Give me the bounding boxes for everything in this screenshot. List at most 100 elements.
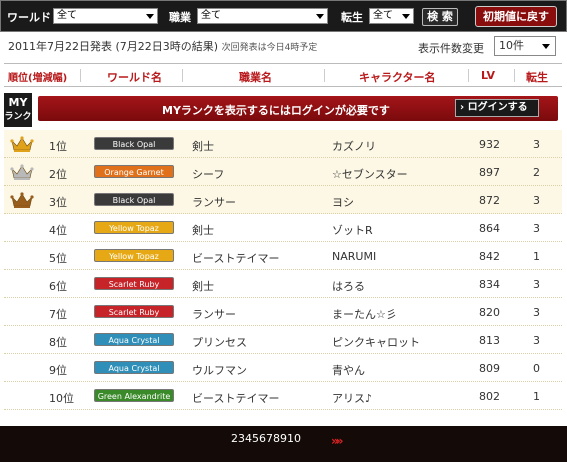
- job-cell: 剣士: [192, 280, 214, 293]
- rank-cell: 10位: [49, 392, 74, 405]
- rebirth-cell: 0: [533, 362, 540, 375]
- rebirth-cell: 3: [533, 278, 540, 291]
- job-cell: ウルフマン: [192, 364, 247, 377]
- job-cell: 剣士: [192, 140, 214, 153]
- pagination-bar: 2345678910 »»: [0, 426, 567, 462]
- page-link[interactable]: 9: [280, 432, 287, 445]
- lv-cell: 834: [479, 278, 500, 291]
- divider: [468, 69, 469, 82]
- divider: [80, 69, 81, 82]
- table-row: 9位 ウルフマン 青やん 809 0 Aqua Crystal: [4, 354, 562, 382]
- rebirth-cell: 3: [533, 306, 540, 319]
- chevron-down-icon: [316, 14, 324, 19]
- rebirth-cell: 1: [533, 390, 540, 403]
- search-button[interactable]: 検 索: [422, 8, 458, 26]
- announcement: 2011年7月22日発表 (7月22日3時の結果) 次回発表は今日4時予定: [8, 38, 317, 54]
- table-header: 順位(増減幅) ワールド名 職業名 キャラクター名 LV 転生: [4, 63, 562, 87]
- filter-bar: ワールド 全て 職業 全て 転生 全て 検 索 初期値に戻す: [0, 0, 567, 32]
- job-cell: シーフ: [192, 168, 225, 181]
- page-link[interactable]: 5: [252, 432, 259, 445]
- col-rebirth: 転生: [526, 71, 548, 84]
- character-cell[interactable]: ☆セブンスター: [332, 166, 408, 182]
- col-rank: 順位(増減幅): [8, 73, 68, 84]
- lv-cell: 864: [479, 222, 500, 235]
- job-cell: ランサー: [192, 308, 236, 321]
- character-cell[interactable]: カズノリ: [332, 138, 376, 154]
- world-badge: Black Opal: [94, 137, 174, 150]
- table-row: 8位 プリンセス ピンクキャロット 813 3 Aqua Crystal: [4, 326, 562, 354]
- table-row: 2位 シーフ ☆セブンスター 897 2 Orange Garnet: [4, 158, 562, 186]
- character-cell[interactable]: ヨシ: [332, 194, 354, 210]
- col-character: キャラクター名: [359, 71, 436, 84]
- page-link[interactable]: 8: [273, 432, 280, 445]
- world-badge: Scarlet Ruby: [94, 277, 174, 290]
- job-cell: プリンセス: [192, 336, 247, 349]
- my-rank-my: MY: [8, 96, 28, 109]
- col-world: ワールド名: [107, 71, 162, 84]
- page-link[interactable]: 6: [259, 432, 266, 445]
- lv-cell: 932: [479, 138, 500, 151]
- job-cell: ビーストテイマー: [192, 392, 280, 405]
- character-cell[interactable]: アリス♪: [332, 390, 372, 406]
- chevron-down-icon: [146, 14, 154, 19]
- character-cell[interactable]: はろる: [332, 278, 365, 294]
- lv-cell: 809: [479, 362, 500, 375]
- world-badge: Black Opal: [94, 193, 174, 206]
- lv-cell: 897: [479, 166, 500, 179]
- page-link[interactable]: 3: [238, 432, 245, 445]
- lv-cell: 872: [479, 194, 500, 207]
- character-cell[interactable]: NARUMI: [332, 250, 376, 263]
- login-button-label: ログインする: [467, 102, 528, 113]
- character-cell[interactable]: 青やん: [332, 362, 365, 378]
- world-badge: Yellow Topaz: [94, 249, 174, 262]
- chevron-right-icon: ›: [460, 102, 465, 113]
- rank-cell: 3位: [49, 196, 67, 209]
- lv-cell: 820: [479, 306, 500, 319]
- rebirth-cell: 3: [533, 222, 540, 235]
- page-link[interactable]: 4: [245, 432, 252, 445]
- page-link[interactable]: 7: [266, 432, 273, 445]
- divider: [514, 69, 515, 82]
- table-row: 7位 ランサー まーたん☆彡 820 3 Scarlet Ruby: [4, 298, 562, 326]
- rebirth-cell: 3: [533, 334, 540, 347]
- rank-cell: 8位: [49, 336, 67, 349]
- my-rank-rank: ランク: [4, 112, 32, 122]
- my-rank-row: MY ランク MYランクを表示するにはログインが必要です › ログインする: [4, 90, 562, 130]
- world-select[interactable]: 全て: [53, 8, 158, 24]
- rank-cell: 1位: [49, 140, 67, 153]
- count-select[interactable]: 10件: [494, 36, 556, 56]
- job-select[interactable]: 全て: [197, 8, 328, 24]
- character-cell[interactable]: まーたん☆彡: [332, 306, 397, 322]
- table-row: 1位 剣士 カズノリ 932 3 Black Opal: [4, 130, 562, 158]
- login-button[interactable]: › ログインする: [455, 99, 539, 117]
- character-cell[interactable]: ピンクキャロット: [332, 334, 420, 350]
- world-select-value: 全て: [57, 10, 77, 21]
- table-row: 4位 剣士 ゾットR 864 3 Yellow Topaz: [4, 214, 562, 242]
- page-link[interactable]: 2: [231, 432, 238, 445]
- job-cell: ランサー: [192, 196, 236, 209]
- double-chevron-right-icon[interactable]: »»: [331, 434, 343, 448]
- rebirth-cell: 1: [533, 250, 540, 263]
- divider: [324, 69, 325, 82]
- rebirth-select[interactable]: 全て: [369, 8, 414, 24]
- reset-button[interactable]: 初期値に戻す: [475, 6, 557, 27]
- rank-cell: 9位: [49, 364, 67, 377]
- page-link[interactable]: 10: [287, 432, 301, 445]
- world-badge: Yellow Topaz: [94, 221, 174, 234]
- rank-cell: 6位: [49, 280, 67, 293]
- next-announce: 次回発表は今日4時予定: [221, 43, 318, 53]
- crown-icon: [10, 192, 34, 208]
- rank-cell: 4位: [49, 224, 67, 237]
- lv-cell: 813: [479, 334, 500, 347]
- rebirth-cell: 3: [533, 194, 540, 207]
- table-row: 5位 ビーストテイマー NARUMI 842 1 Yellow Topaz: [4, 242, 562, 270]
- crown-icon: [10, 136, 34, 152]
- job-cell: 剣士: [192, 224, 214, 237]
- count-label: 表示件数変更: [418, 42, 484, 55]
- character-cell[interactable]: ゾットR: [332, 222, 373, 238]
- col-lv: LV: [481, 69, 496, 82]
- rebirth-filter-label: 転生: [341, 11, 363, 24]
- login-message: MYランクを表示するにはログインが必要です: [162, 104, 390, 117]
- world-badge: Scarlet Ruby: [94, 305, 174, 318]
- world-filter-label: ワールド: [7, 11, 51, 24]
